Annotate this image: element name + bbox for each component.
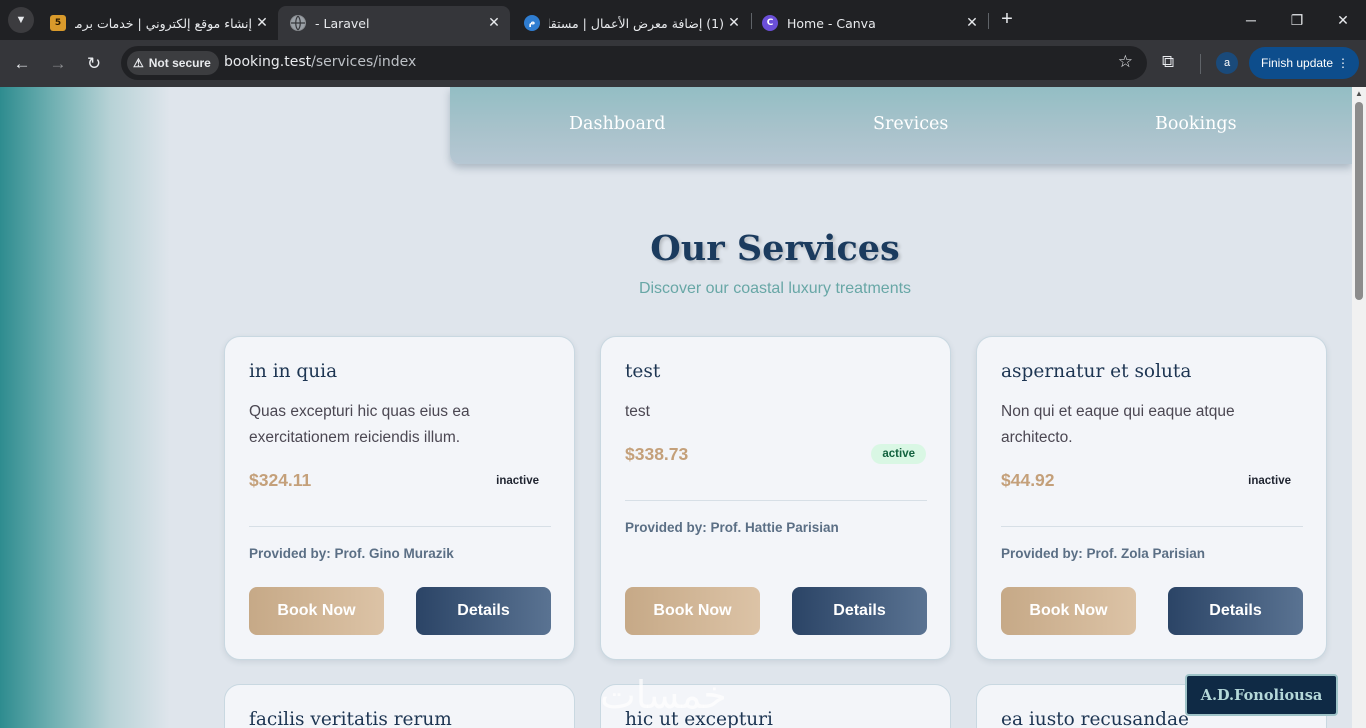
close-icon[interactable]: ✕ — [962, 15, 982, 31]
service-card: in in quia Quas excepturi hic quas eius … — [224, 336, 575, 660]
tab-title: (1) إضافة معرض الأعمال | مستقل — [549, 15, 724, 31]
divider — [625, 500, 927, 501]
details-button[interactable]: Details — [416, 587, 551, 635]
khamsat-favicon-icon: 5 — [50, 15, 66, 31]
signature-badge: A.D.Fonoliousa — [1185, 674, 1338, 716]
url-text[interactable]: booking.test/services/index — [224, 54, 416, 70]
service-name: facilis veritatis rerum — [249, 709, 452, 728]
status-badge: active — [871, 444, 926, 464]
nav-dashboard[interactable]: Dashboard — [569, 114, 665, 134]
browser-toolbar: ← → ↻ ⚠ Not secure booking.test/services… — [0, 40, 1366, 87]
close-icon[interactable]: ✕ — [252, 15, 272, 31]
details-button[interactable]: Details — [1168, 587, 1303, 635]
scrollbar-thumb[interactable] — [1355, 102, 1363, 300]
service-name: ea iusto recusandae — [1001, 709, 1189, 728]
details-button[interactable]: Details — [792, 587, 927, 635]
profile-avatar[interactable]: a — [1216, 52, 1238, 74]
mostaql-icon: م — [524, 15, 540, 31]
service-price: $44.92 — [1001, 470, 1055, 490]
tab-title: - Laravel — [315, 15, 370, 31]
service-name: in in quia — [249, 361, 338, 382]
address-bar[interactable]: ⚠ Not secure booking.test/services/index… — [121, 46, 1147, 80]
nav-services[interactable]: Srevices — [873, 114, 948, 134]
tab-search-button[interactable]: ▼ — [8, 7, 34, 33]
divider — [1001, 526, 1303, 527]
service-provider: Provided by: Prof. Hattie Parisian — [625, 520, 839, 535]
service-provider: Provided by: Prof. Zola Parisian — [1001, 546, 1206, 561]
tab-title: Home - Canva — [787, 15, 876, 31]
warning-icon: ⚠ — [133, 56, 144, 70]
site-info-button[interactable]: ⚠ Not secure — [127, 51, 219, 75]
main-nav: Dashboard Srevices Bookings — [450, 87, 1352, 164]
tab-mostaql[interactable]: م (1) إضافة معرض الأعمال | مستقل ✕ — [512, 6, 750, 40]
service-provider: Provided by: Prof. Gino Murazik — [249, 546, 454, 561]
decorative-side-gradient — [0, 87, 170, 728]
status-badge: inactive — [1248, 475, 1291, 487]
service-description: test — [625, 403, 650, 420]
service-name: aspernatur et soluta — [1001, 361, 1192, 382]
scroll-up-icon[interactable]: ▲ — [1355, 89, 1363, 98]
security-label: Not secure — [148, 56, 211, 70]
status-badge: inactive — [496, 475, 539, 487]
globe-icon — [290, 15, 306, 31]
new-tab-button[interactable]: + — [995, 8, 1019, 32]
back-button[interactable]: ← — [10, 52, 34, 76]
finish-update-button[interactable]: Finish update ⋮ — [1249, 47, 1359, 79]
url-host: booking.test — [224, 54, 312, 70]
toolbar-separator — [1200, 54, 1201, 74]
more-vertical-icon: ⋮ — [1337, 56, 1349, 70]
page-subtitle: Discover our coastal luxury treatments — [638, 280, 912, 297]
service-price: $338.73 — [625, 444, 689, 464]
tab-strip: ▼ 5 إنشاء موقع إلكتروني | خدمات برمجة ✕ … — [0, 0, 1366, 40]
bookmark-star-icon[interactable]: ☆ — [1118, 52, 1133, 72]
watermark: خمسات — [600, 673, 727, 717]
forward-button[interactable]: → — [46, 52, 70, 76]
close-icon[interactable]: ✕ — [724, 15, 744, 31]
service-price: $324.11 — [249, 470, 312, 490]
tab-canva[interactable]: C Home - Canva ✕ — [750, 6, 988, 40]
service-description: Non qui et eaque qui eaque atque archite… — [1001, 403, 1235, 446]
service-card: aspernatur et soluta Non qui et eaque qu… — [976, 336, 1327, 660]
service-card: facilis veritatis rerum — [224, 684, 575, 728]
tab-khamsat[interactable]: 5 إنشاء موقع إلكتروني | خدمات برمجة ✕ — [38, 6, 278, 40]
divider — [249, 526, 551, 527]
nav-bookings[interactable]: Bookings — [1155, 114, 1237, 134]
finish-update-label: Finish update — [1261, 56, 1334, 70]
page-title: Our Services — [650, 228, 900, 269]
url-path: /services/index — [311, 54, 417, 70]
service-card: test test $338.73 active Provided by: Pr… — [600, 336, 951, 660]
service-description: Quas excepturi hic quas eius ea exercita… — [249, 403, 470, 446]
vertical-scrollbar[interactable]: ▲ — [1352, 87, 1366, 728]
extensions-puzzle-icon[interactable]: ⧉ — [1162, 52, 1174, 72]
tab-laravel[interactable]: - Laravel ✕ — [278, 6, 510, 40]
canva-icon: C — [762, 15, 778, 31]
minimize-button[interactable]: ─ — [1228, 6, 1274, 34]
book-now-button[interactable]: Book Now — [1001, 587, 1136, 635]
book-now-button[interactable]: Book Now — [249, 587, 384, 635]
close-icon[interactable]: ✕ — [484, 15, 504, 31]
chevron-down-icon: ▼ — [15, 14, 27, 26]
maximize-button[interactable]: ❐ — [1274, 6, 1320, 34]
reload-button[interactable]: ↻ — [82, 52, 106, 76]
tab-title: إنشاء موقع إلكتروني | خدمات برمجة — [75, 15, 252, 31]
page-viewport: Dashboard Srevices Bookings Our Services… — [0, 87, 1366, 728]
service-name: test — [625, 361, 661, 382]
close-window-button[interactable]: ✕ — [1320, 6, 1366, 34]
book-now-button[interactable]: Book Now — [625, 587, 760, 635]
tab-separator — [988, 13, 989, 29]
